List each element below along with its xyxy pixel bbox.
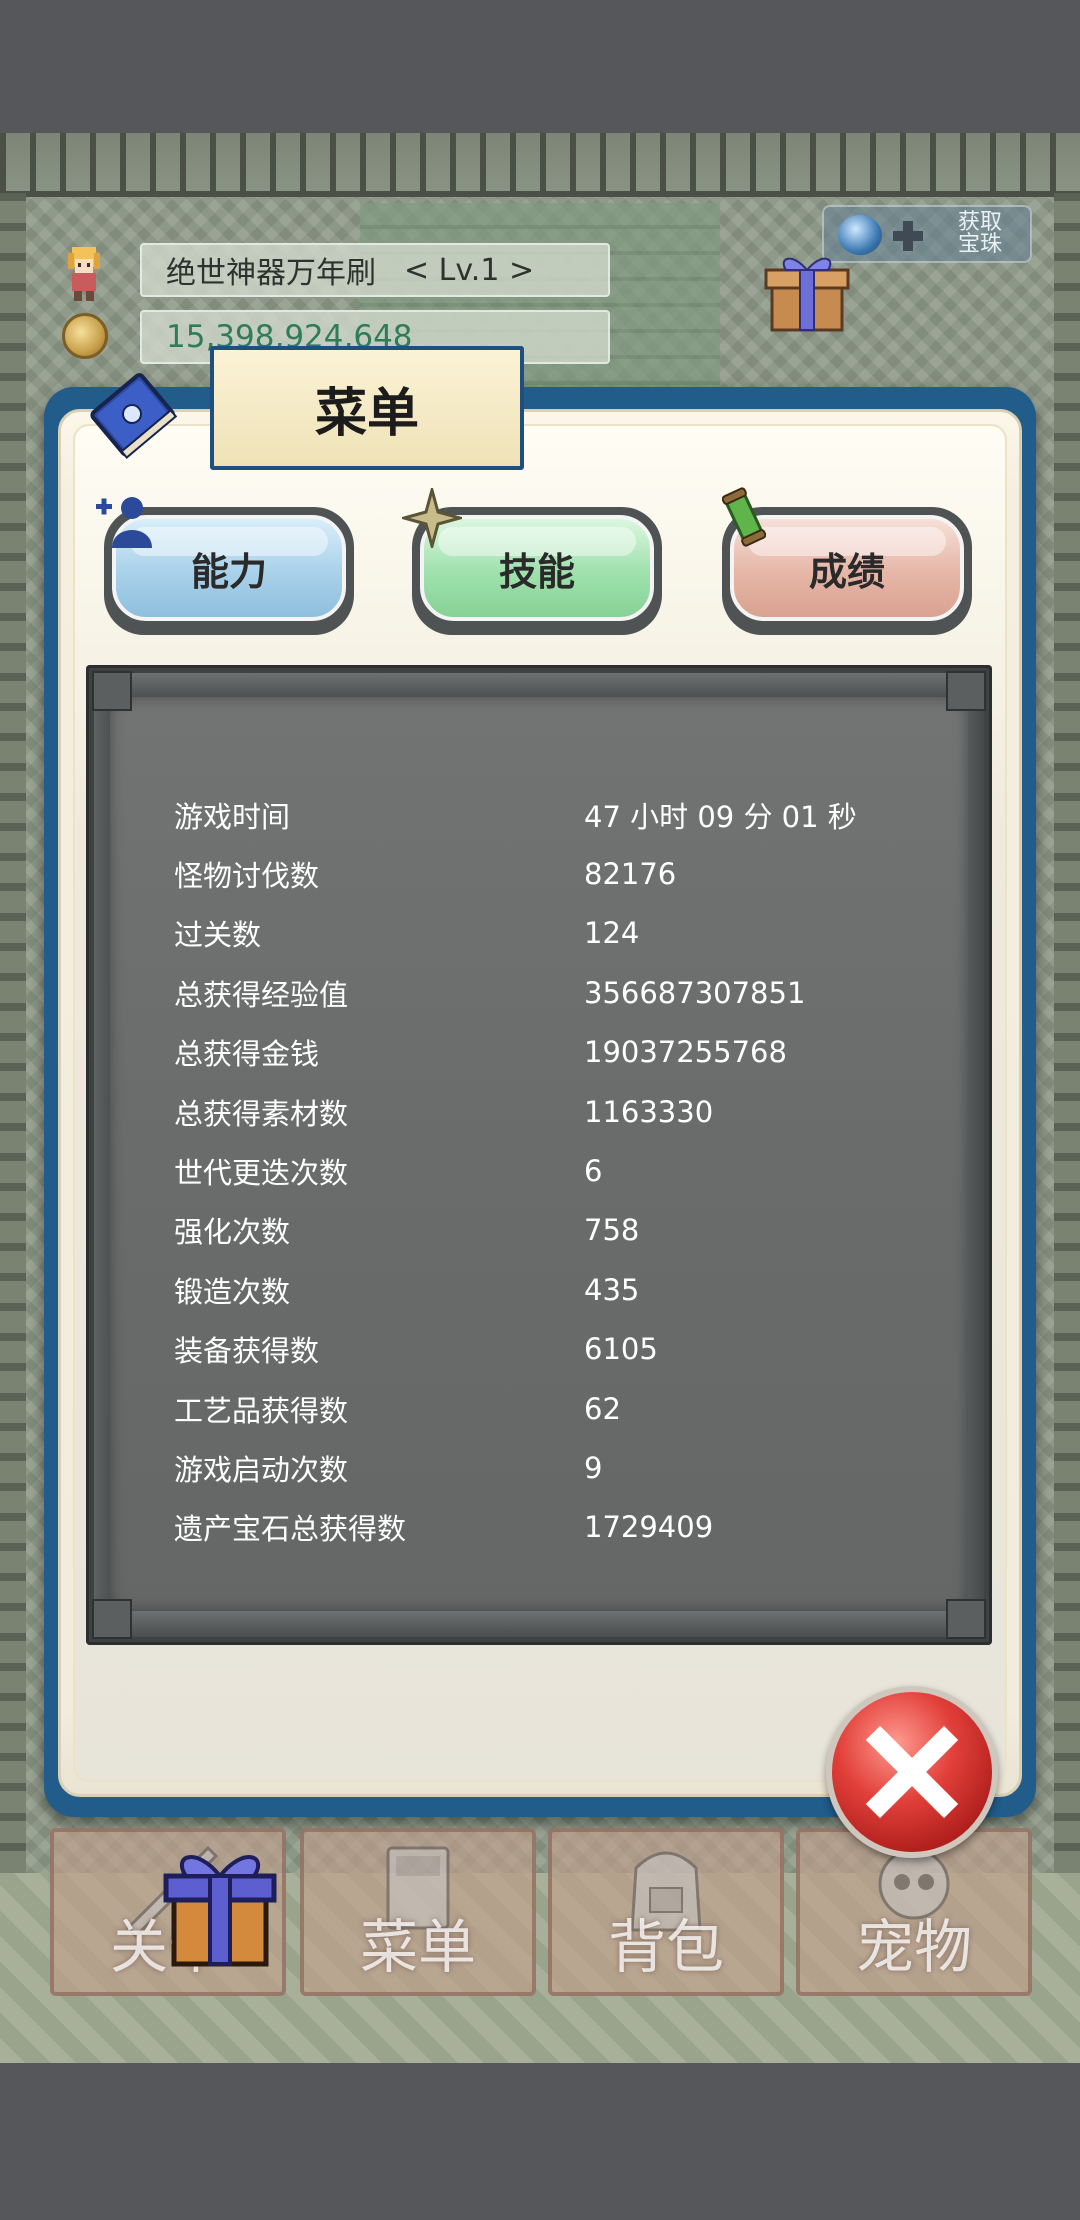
nav-bag-label: 背包 — [607, 1913, 724, 1981]
stat-row-crafts-obtained: 工艺品获得数 62 — [174, 1379, 934, 1438]
menu-title: 菜单 — [210, 346, 524, 470]
stat-label: 总获得金钱 — [174, 1037, 320, 1072]
scroll-icon — [722, 487, 766, 547]
stat-row-play-time: 游戏时间 47 小时 09 分 01 秒 — [174, 785, 934, 844]
stat-row-total-money: 总获得金钱 19037255768 — [174, 1023, 934, 1082]
stat-label: 总获得素材数 — [174, 1096, 349, 1131]
frame-rail-bottom — [120, 1611, 958, 1637]
stat-label: 世代更迭次数 — [174, 1156, 349, 1191]
coin-icon — [62, 313, 108, 359]
get-gem-label: 获取宝珠 — [957, 210, 1002, 257]
nav-menu-label: 菜单 — [359, 1913, 476, 1981]
stat-label: 装备获得数 — [174, 1334, 320, 1369]
nav-menu-button[interactable]: 菜单 — [300, 1828, 536, 1996]
stat-value: 47 小时 09 分 01 秒 — [584, 799, 857, 834]
stat-label: 总获得经验值 — [174, 977, 349, 1012]
gift-box-icon[interactable] — [762, 248, 852, 334]
stat-row-equipment-obtained: 装备获得数 6105 — [174, 1320, 934, 1379]
tab-ability-label: 能力 — [190, 549, 267, 594]
stat-label: 游戏启动次数 — [174, 1452, 349, 1487]
nav-bag-button[interactable]: 背包 — [548, 1828, 784, 1996]
stat-row-monsters-defeated: 怪物讨伐数 82176 — [174, 844, 934, 903]
frame-corner — [92, 1599, 132, 1639]
stats-list: 游戏时间 47 小时 09 分 01 秒 怪物讨伐数 82176 过关数 124… — [174, 785, 934, 1557]
stat-value: 82176 — [584, 857, 677, 892]
stat-label: 游戏时间 — [174, 799, 291, 834]
plus-icon — [893, 221, 923, 251]
get-gem-button[interactable]: 获取宝珠 — [822, 205, 1032, 263]
stat-row-game-launches: 游戏启动次数 9 — [174, 1438, 934, 1497]
stat-value: 6 — [584, 1154, 603, 1189]
iron-fence — [0, 133, 1080, 193]
fence-rail — [0, 191, 1080, 197]
stat-value: 62 — [584, 1391, 621, 1426]
stat-label: 过关数 — [174, 918, 262, 953]
stat-row-total-materials: 总获得素材数 1163330 — [174, 1082, 934, 1141]
stat-row-generations: 世代更迭次数 6 — [174, 1141, 934, 1200]
stat-value: 1729409 — [584, 1510, 714, 1545]
nav-pet-label: 宠物 — [855, 1913, 972, 1981]
stat-row-stages-cleared: 过关数 124 — [174, 904, 934, 963]
stat-label: 强化次数 — [174, 1215, 291, 1250]
stats-panel: 游戏时间 47 小时 09 分 01 秒 怪物讨伐数 82176 过关数 124… — [110, 697, 968, 1611]
stat-value: 6105 — [584, 1332, 658, 1367]
weapon-name-bar: 绝世神器万年刷 < Lv.1 > — [140, 243, 610, 297]
tab-skill-label: 技能 — [498, 549, 575, 594]
frame-corner — [946, 671, 986, 711]
stat-value: 124 — [584, 916, 640, 951]
stat-row-total-exp: 总获得经验值 356687307851 — [174, 963, 934, 1022]
frame-corner — [946, 1599, 986, 1639]
game-screen: 绝世神器万年刷 < Lv.1 > 15,398,924,648 获取宝珠 菜单 — [0, 0, 1080, 2220]
stat-row-enhancements: 强化次数 758 — [174, 1201, 934, 1260]
stat-value: 9 — [584, 1450, 603, 1485]
stat-value: 758 — [584, 1213, 640, 1248]
stat-value: 435 — [584, 1272, 640, 1307]
close-x-icon — [865, 1725, 959, 1819]
weapon-name: 绝世神器万年刷 — [166, 256, 376, 291]
spellbook-icon — [90, 373, 178, 459]
stat-label: 锻造次数 — [174, 1274, 291, 1309]
stat-value: 356687307851 — [584, 975, 806, 1010]
close-button[interactable] — [826, 1686, 998, 1858]
frame-rail-top — [120, 673, 958, 699]
stat-label: 怪物讨伐数 — [174, 859, 320, 894]
hero-sprite-icon — [68, 247, 100, 301]
gift-box-icon[interactable] — [156, 1842, 284, 1972]
tab-record-label: 成绩 — [808, 549, 885, 594]
sparkle-star-icon — [402, 488, 462, 548]
fence-post-right — [1054, 193, 1080, 1993]
stat-row-legacy-gems: 遗产宝石总获得数 1729409 — [174, 1498, 934, 1557]
stat-label: 遗产宝石总获得数 — [174, 1512, 407, 1547]
stats-panel-frame: 游戏时间 47 小时 09 分 01 秒 怪物讨伐数 82176 过关数 124… — [86, 665, 992, 1645]
weapon-level: < Lv.1 > — [404, 252, 535, 288]
fence-post-left — [0, 193, 26, 1993]
stat-value: 1163330 — [584, 1094, 714, 1129]
stat-label: 工艺品获得数 — [174, 1393, 349, 1428]
stat-value: 19037255768 — [584, 1035, 787, 1070]
frame-corner — [92, 671, 132, 711]
add-person-icon — [96, 497, 152, 548]
stat-row-forges: 锻造次数 435 — [174, 1260, 934, 1319]
